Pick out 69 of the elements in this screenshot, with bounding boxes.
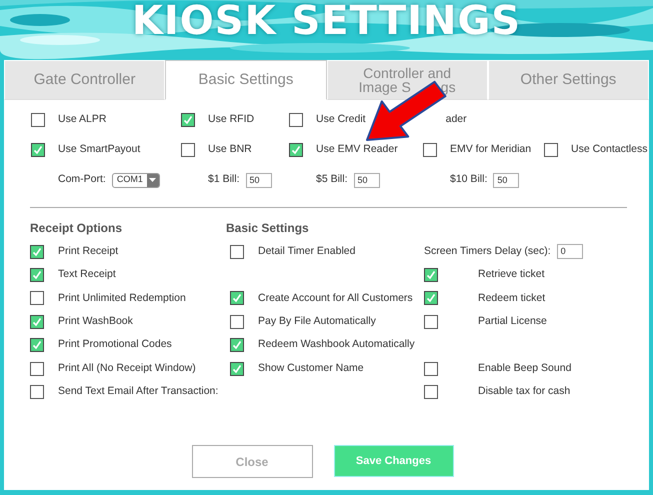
tab[interactable]: Basic Settings: [165, 60, 326, 100]
checkbox[interactable]: [230, 362, 244, 376]
checkbox-label: Retrieve ticket: [478, 267, 545, 282]
field-label: $10 Bill:: [450, 172, 488, 188]
checkbox-label: EMV for Meridian: [450, 142, 532, 158]
checkbox-label: Create Account for All Customers: [258, 290, 413, 306]
input-field[interactable]: 50: [246, 172, 272, 188]
checkbox[interactable]: [31, 113, 45, 127]
checkbox-label: Use BNR: [208, 142, 252, 158]
checkbox[interactable]: [424, 268, 438, 282]
checkbox[interactable]: [181, 143, 195, 157]
section-heading: Basic Settings: [226, 220, 310, 237]
checkbox[interactable]: [30, 244, 44, 259]
checkbox[interactable]: [230, 314, 244, 329]
checkbox[interactable]: [31, 143, 45, 157]
tab[interactable]: Other Settings: [488, 60, 649, 100]
checkbox-label: Redeem ticket: [478, 290, 546, 306]
checkbox-label: Text Receipt: [58, 267, 116, 282]
field-label: Com-Port:: [58, 172, 106, 188]
dropdown[interactable]: COM1: [112, 172, 160, 188]
checkbox-label: Use EMV Reader: [316, 142, 398, 158]
checkbox[interactable]: [289, 113, 303, 127]
checkbox-label: Redeem Washbook Automatically: [258, 337, 415, 352]
checkbox[interactable]: [424, 291, 438, 306]
checkbox-label: Detail Timer Enabled: [258, 244, 356, 259]
caret-icon: [146, 174, 159, 186]
checkbox[interactable]: [30, 362, 44, 376]
close-button[interactable]: Close: [192, 445, 312, 478]
checkbox-label: ader: [446, 112, 467, 128]
checkbox[interactable]: [30, 338, 44, 352]
checkbox[interactable]: [230, 291, 244, 306]
checkbox-label: Print All (No Receipt Window): [58, 360, 196, 376]
checkbox-label: Print WashBook: [58, 314, 133, 329]
checkbox-label: Use SmartPayout: [58, 142, 140, 158]
checkbox-label: Send Text Email After Transaction:: [58, 384, 218, 400]
checkbox[interactable]: [289, 143, 303, 157]
checkbox[interactable]: [424, 385, 438, 400]
input-field[interactable]: 50: [354, 172, 380, 188]
section-heading: Receipt Options: [30, 220, 124, 237]
input-field[interactable]: 0: [556, 244, 583, 260]
checkbox[interactable]: [424, 314, 438, 329]
field-label: $5 Bill:: [316, 172, 348, 188]
save-button[interactable]: Save Changes: [334, 445, 454, 477]
checkbox[interactable]: [424, 362, 438, 376]
checkbox[interactable]: [30, 268, 44, 282]
checkbox-label: Show Customer Name: [258, 360, 364, 376]
checkbox[interactable]: [181, 113, 195, 127]
checkbox-label: Pay By File Automatically: [258, 314, 376, 329]
checkbox[interactable]: [423, 143, 437, 157]
checkbox-label: Use Credit: [316, 112, 366, 128]
field-label: Screen Timers Delay (sec):: [424, 244, 551, 259]
checkbox-label: Enable Beep Sound: [478, 360, 572, 376]
checkbox-label: Print Unlimited Redemption: [58, 290, 186, 306]
input-field[interactable]: 50: [493, 172, 520, 188]
checkbox[interactable]: [30, 385, 44, 400]
checkbox-label: Use ALPR: [58, 112, 106, 128]
checkbox[interactable]: [230, 244, 244, 259]
checkbox[interactable]: [230, 338, 244, 352]
checkbox-label: Partial License: [478, 314, 547, 329]
checkbox-label: Print Receipt: [58, 244, 118, 259]
tab[interactable]: Gate Controller: [4, 60, 166, 100]
checkbox-label: Use Contactless: [571, 142, 648, 158]
checkbox-label: Use RFID: [208, 112, 254, 128]
field-label: $1 Bill:: [208, 172, 240, 188]
checkbox[interactable]: [30, 314, 44, 329]
checkbox-label: Print Promotional Codes: [58, 337, 172, 352]
checkbox[interactable]: [544, 143, 558, 157]
checkbox-label: Disable tax for cash: [478, 384, 570, 400]
checkbox[interactable]: [30, 291, 44, 306]
